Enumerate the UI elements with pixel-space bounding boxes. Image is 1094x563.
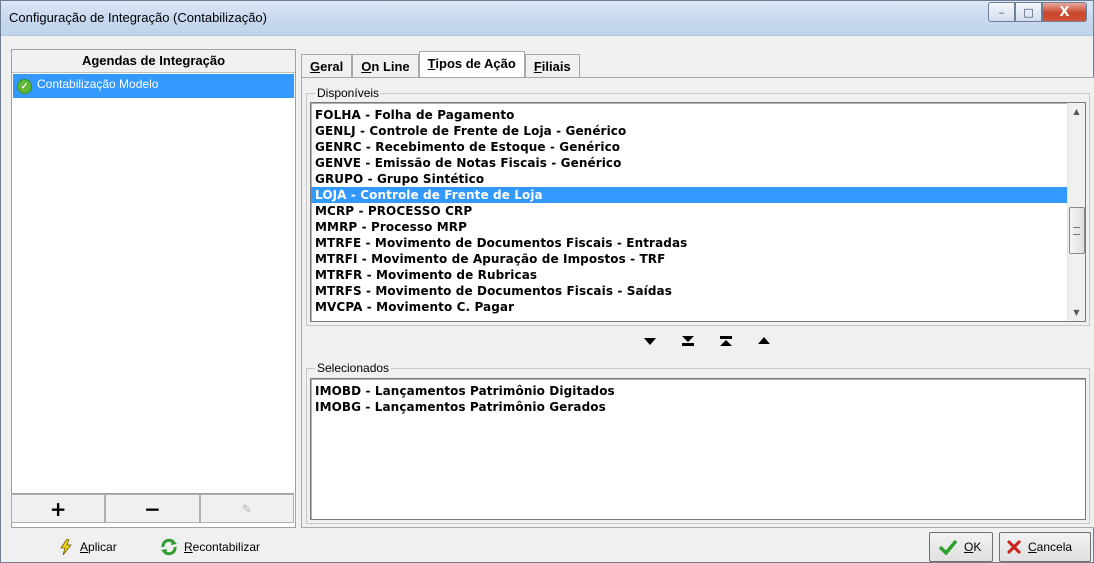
arrow-up-bar-icon: [720, 336, 732, 346]
selecionados-group: Selecionados IMOBD - Lançamentos Patrimô…: [306, 361, 1090, 524]
minimize-icon: –: [998, 5, 1005, 19]
agendas-header: Agendas de Integração: [12, 50, 295, 73]
scroll-up-icon[interactable]: ▲: [1068, 103, 1085, 120]
recontabilizar-label: econtabilizar: [192, 540, 261, 554]
tab-filiais[interactable]: Filiais: [524, 54, 580, 79]
cancela-hotkey: C: [1028, 540, 1037, 554]
list-item[interactable]: MTRFE - Movimento de Documentos Fiscais …: [311, 235, 1067, 251]
x-icon: [1006, 539, 1022, 555]
main-window: Configuração de Integração (Contabilizaç…: [0, 0, 1094, 563]
close-button[interactable]: X: [1042, 2, 1087, 22]
scroll-thumb[interactable]: [1069, 207, 1085, 254]
minimize-button[interactable]: –: [988, 2, 1015, 22]
maximize-icon: □: [1023, 5, 1034, 19]
pencil-icon: ✎: [241, 501, 252, 516]
list-item-selected[interactable]: LOJA - Controle de Frente de Loja: [311, 187, 1067, 203]
check-circle-icon: ✓: [17, 79, 32, 94]
window-title: Configuração de Integração (Contabilizaç…: [9, 10, 267, 25]
selecionados-list[interactable]: IMOBD - Lançamentos Patrimônio Digitados…: [310, 378, 1086, 520]
aplicar-button[interactable]: Aplicar: [49, 532, 141, 562]
list-item[interactable]: GENVE - Emissão de Notas Fiscais - Genér…: [311, 155, 1067, 171]
remove-agenda-button[interactable]: −: [105, 494, 200, 523]
ok-label: K: [973, 540, 982, 554]
checkmark-icon: [938, 539, 958, 555]
ok-button[interactable]: OK: [929, 532, 993, 562]
tab-on-line-hotkey: O: [361, 59, 372, 74]
cancela-label: ancela: [1036, 540, 1073, 554]
move-down-button[interactable]: [642, 333, 658, 349]
recontabilizar-button[interactable]: Recontabilizar: [151, 532, 283, 562]
tab-on-line-label: n Line: [371, 59, 410, 74]
tab-on-line[interactable]: On Line: [352, 54, 419, 79]
bottom-bar: Aplicar Recontabilizar OK Cancela: [1, 529, 1093, 562]
move-buttons: [642, 333, 772, 355]
list-item[interactable]: FOLHA - Folha de Pagamento: [311, 107, 1067, 123]
scroll-down-icon[interactable]: ▼: [1068, 304, 1085, 321]
disponiveis-label: Disponíveis: [315, 86, 382, 100]
cancela-button[interactable]: Cancela: [999, 532, 1091, 562]
aplicar-label: plicar: [88, 540, 117, 554]
list-item[interactable]: MVCPA - Movimento C. Pagar: [311, 299, 1067, 315]
tab-geral-label: eral: [320, 59, 344, 74]
list-item[interactable]: GENRC - Recebimento de Estoque - Genéric…: [311, 139, 1067, 155]
tab-geral[interactable]: Geral: [301, 54, 353, 79]
disponiveis-group: Disponíveis FOLHA - Folha de Pagamento G…: [306, 86, 1090, 326]
list-item[interactable]: MTRFI - Movimento de Apuração de Imposto…: [311, 251, 1067, 267]
agenda-item[interactable]: ✓ Contabilização Modelo: [13, 74, 294, 98]
arrow-down-bar-icon: [682, 336, 694, 346]
list-item[interactable]: MTRFR - Movimento de Rubricas: [311, 267, 1067, 283]
tab-filiais-label: iliais: [541, 59, 571, 74]
minus-icon: −: [144, 496, 161, 521]
arrow-down-icon: [644, 338, 656, 345]
disponiveis-list[interactable]: FOLHA - Folha de Pagamento GENLJ - Contr…: [310, 102, 1086, 322]
refresh-icon: [160, 538, 178, 556]
aplicar-hotkey: A: [80, 540, 89, 554]
title-bar: Configuração de Integração (Contabilizaç…: [1, 1, 1093, 36]
add-agenda-button[interactable]: +: [11, 494, 106, 523]
agendas-panel: Agendas de Integração ✓ Contabilização M…: [11, 49, 296, 528]
recontabilizar-hotkey: R: [184, 540, 193, 554]
move-all-up-button[interactable]: [718, 333, 734, 349]
move-up-button[interactable]: [756, 333, 772, 349]
tab-tipos-label: ipos de Ação: [435, 56, 516, 71]
list-item[interactable]: MTRFS - Movimento de Documentos Fiscais …: [311, 283, 1067, 299]
list-item[interactable]: GRUPO - Grupo Sintético: [311, 171, 1067, 187]
disponiveis-scrollbar[interactable]: ▲ ▼: [1067, 103, 1085, 321]
tab-filiais-hotkey: F: [533, 59, 542, 74]
arrow-up-icon: [758, 337, 770, 344]
window-controls: – □ X: [988, 2, 1087, 22]
tab-tipos-de-acao[interactable]: Tipos de Ação: [418, 51, 525, 79]
plus-icon: +: [49, 496, 67, 521]
tab-content: Disponíveis FOLHA - Folha de Pagamento G…: [301, 77, 1094, 528]
lightning-icon: [58, 539, 74, 555]
edit-agenda-button[interactable]: ✎: [199, 494, 294, 523]
selecionados-label: Selecionados: [315, 361, 392, 375]
maximize-button[interactable]: □: [1015, 2, 1042, 22]
close-icon: X: [1059, 4, 1070, 20]
tab-strip: Geral On Line Tipos de Ação Filiais: [301, 51, 580, 79]
ok-hotkey: O: [964, 540, 974, 554]
move-all-down-button[interactable]: [680, 333, 696, 349]
agendas-toolbar: + − ✎: [11, 493, 294, 523]
list-item[interactable]: IMOBG - Lançamentos Patrimônio Gerados: [311, 399, 615, 415]
tab-geral-hotkey: G: [310, 59, 321, 74]
list-item[interactable]: GENLJ - Controle de Frente de Loja - Gen…: [311, 123, 1067, 139]
list-item[interactable]: MCRP - PROCESSO CRP: [311, 203, 1067, 219]
list-item[interactable]: IMOBD - Lançamentos Patrimônio Digitados: [311, 383, 615, 399]
agenda-item-label: Contabilização Modelo: [37, 77, 159, 91]
list-item[interactable]: MMRP - Processo MRP: [311, 219, 1067, 235]
